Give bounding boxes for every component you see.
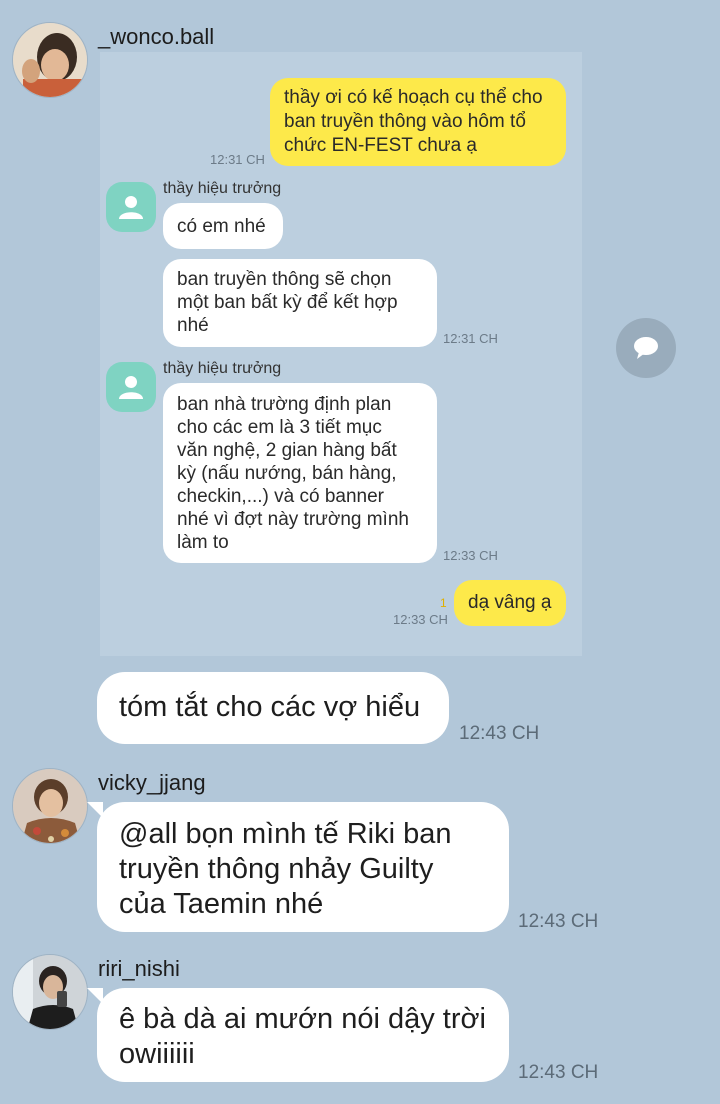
sender-name: riri_nishi [98,956,180,981]
reply-bubble: ban truyền thông sẽ chọn một ban bất kỳ … [163,259,437,347]
message-time: 12:43 CH [518,1062,599,1083]
person-icon [119,196,143,219]
share-speech-icon[interactable] [616,318,676,378]
message-time: 12:43 CH [518,911,599,932]
shared-screenshot[interactable]: thầy ơi có kế hoạch cụ thể cho ban truyề… [100,52,582,656]
avatar-vicky[interactable] [12,768,88,844]
reply-time: 12:31 CH [443,331,498,346]
message-bubble[interactable]: tóm tắt cho các vợ hiểu [97,672,449,744]
avatar-riri[interactable] [12,954,88,1030]
read-count: 1 [440,596,447,610]
teacher-avatar [106,362,156,412]
question-bubble: dạ vâng ạ [454,580,566,626]
person-icon [119,376,143,399]
message-bubble[interactable]: @all bọn mình tế Riki ban truyền thông n… [87,802,509,932]
question-bubble: thầy ơi có kế hoạch cụ thể cho ban truyề… [270,78,566,166]
avatar-wonco[interactable] [12,22,88,98]
message-time: 12:43 CH [459,723,540,744]
teacher-name: thầy hiệu trưởng [163,360,282,377]
sender-name: vicky_jjang [98,770,206,795]
reply-time: 12:33 CH [393,612,448,627]
sender-name: _wonco.ball [98,24,215,49]
teacher-name: thầy hiệu trưởng [163,180,282,197]
reply-bubble: ban nhà trường định plan cho các em là 3… [163,383,437,563]
teacher-avatar [106,182,156,232]
question-time: 12:31 CH [210,152,265,167]
reply-bubble: có em nhé [163,203,283,249]
reply-time: 12:33 CH [443,548,498,563]
message-bubble[interactable]: ê bà dà ai mướn nói dậy trời owiiiiii [87,988,509,1082]
